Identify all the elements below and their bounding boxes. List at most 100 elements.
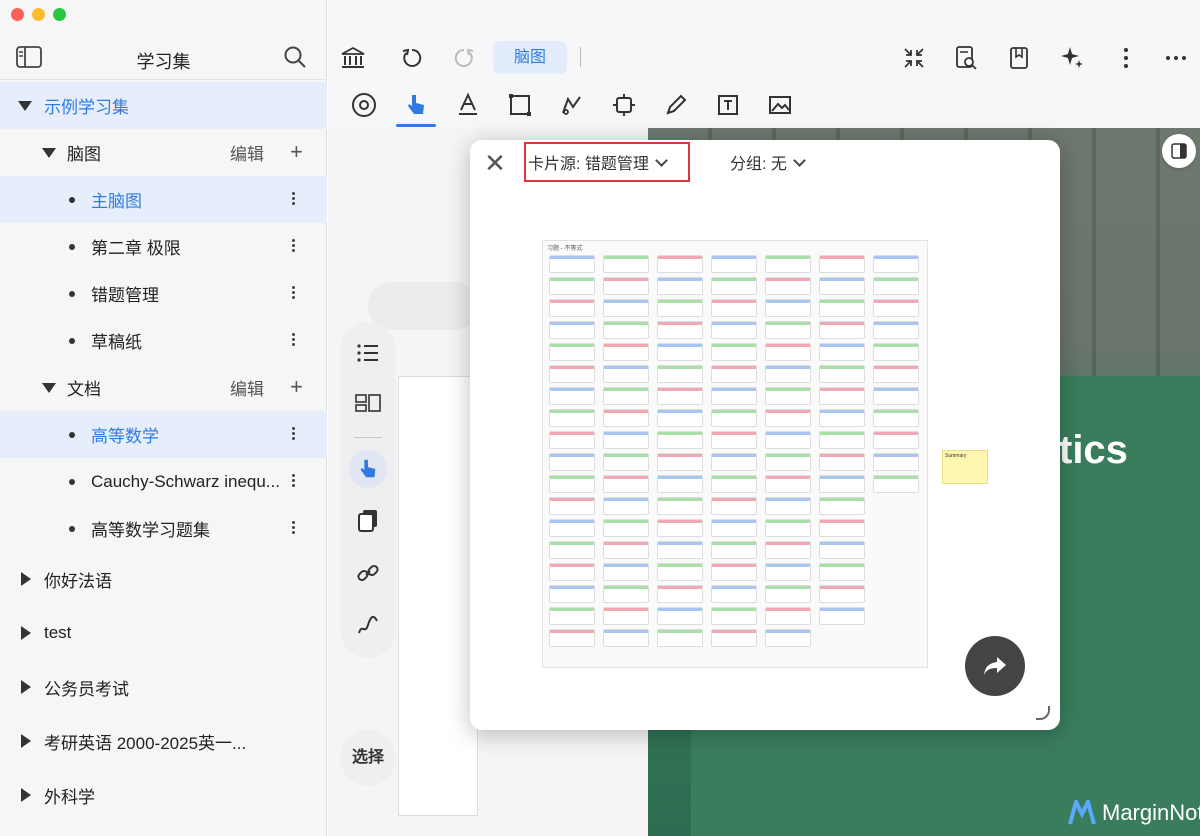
preview-card bbox=[819, 321, 865, 339]
vertical-more-icon[interactable] bbox=[1112, 44, 1140, 72]
share-button[interactable] bbox=[965, 636, 1025, 696]
redo-icon[interactable] bbox=[450, 44, 478, 72]
link-icon[interactable] bbox=[353, 558, 383, 588]
preview-card bbox=[819, 299, 865, 317]
collapse-arrow-icon[interactable] bbox=[21, 734, 31, 748]
preview-card bbox=[603, 563, 649, 581]
add-icon[interactable]: + bbox=[290, 139, 303, 165]
collapse-arrow-icon[interactable] bbox=[21, 788, 31, 802]
tree-item-draft[interactable]: 草稿纸 bbox=[0, 317, 327, 364]
more-options-icon[interactable] bbox=[292, 192, 308, 208]
preview-card bbox=[819, 365, 865, 383]
tree-item-french[interactable]: 你好法语 bbox=[0, 552, 327, 606]
bullet-icon bbox=[69, 478, 75, 485]
tree-item-civil-exam[interactable]: 公务员考试 bbox=[0, 660, 327, 714]
resize-handle[interactable] bbox=[1036, 706, 1050, 720]
tree-item-surgery[interactable]: 外科学 bbox=[0, 768, 327, 822]
tree-item-advanced-math[interactable]: 高等数学 bbox=[0, 411, 327, 458]
collapse-arrow-icon[interactable] bbox=[21, 572, 31, 586]
preview-column bbox=[657, 255, 705, 651]
summary-card[interactable]: Summary bbox=[942, 450, 988, 484]
tree-item-cauchy[interactable]: Cauchy-Schwarz inequ... bbox=[0, 458, 327, 505]
pen-icon[interactable] bbox=[661, 90, 691, 120]
tree-item-mindmap-group[interactable]: 脑图 编辑 + bbox=[0, 129, 327, 176]
tree-item-exercises[interactable]: 高等数学习题集 bbox=[0, 505, 327, 552]
collapse-arrow-icon[interactable] bbox=[21, 626, 31, 640]
rect-select-icon[interactable] bbox=[505, 90, 535, 120]
tree-item-label: 脑图 bbox=[67, 145, 101, 164]
zoom-window-button[interactable] bbox=[53, 8, 66, 21]
image-icon[interactable] bbox=[765, 90, 795, 120]
tree-item-test[interactable]: test bbox=[0, 606, 327, 660]
close-window-button[interactable] bbox=[11, 8, 24, 21]
more-options-icon[interactable] bbox=[292, 427, 308, 443]
close-icon[interactable]: ✕ bbox=[480, 148, 510, 178]
collapse-arrow-icon[interactable] bbox=[21, 680, 31, 694]
horizontal-more-icon[interactable] bbox=[1162, 44, 1190, 72]
sidebar-header: 学习集 bbox=[0, 36, 327, 80]
more-options-icon[interactable] bbox=[292, 474, 308, 490]
lasso-icon[interactable] bbox=[557, 90, 587, 120]
documents-icon[interactable] bbox=[353, 506, 383, 536]
tree-item-chapter2[interactable]: 第二章 极限 bbox=[0, 223, 327, 270]
squiggle-icon[interactable] bbox=[353, 610, 383, 640]
preview-card bbox=[819, 497, 865, 515]
preview-card bbox=[819, 387, 865, 405]
document-partial-text: tics bbox=[1059, 428, 1128, 472]
more-options-icon[interactable] bbox=[292, 333, 308, 349]
canvas-search-field[interactable] bbox=[368, 282, 478, 330]
preview-card bbox=[819, 475, 865, 493]
preview-card bbox=[711, 519, 757, 537]
preview-card bbox=[657, 255, 703, 273]
undo-icon[interactable] bbox=[398, 44, 426, 72]
preview-column bbox=[711, 255, 759, 651]
more-options-icon[interactable] bbox=[292, 286, 308, 302]
group-dropdown[interactable]: 分组: 无 bbox=[730, 150, 806, 174]
tree-item-mistakes[interactable]: 错题管理 bbox=[0, 270, 327, 317]
layout-icon[interactable] bbox=[353, 388, 383, 418]
card-source-dropdown[interactable]: 卡片源: 错题管理 bbox=[528, 150, 668, 174]
tree-item-english-exam[interactable]: 考研英语 2000-2025英一... bbox=[0, 714, 327, 768]
preview-card bbox=[603, 321, 649, 339]
edit-button[interactable]: 编辑 bbox=[230, 140, 264, 165]
more-options-icon[interactable] bbox=[292, 239, 308, 255]
search-icon[interactable] bbox=[283, 45, 307, 74]
search-doc-icon[interactable] bbox=[952, 44, 980, 72]
bookmark-book-icon[interactable] bbox=[1005, 44, 1033, 72]
crop-expand-icon[interactable] bbox=[609, 90, 639, 120]
mindmap-thumbnail[interactable] bbox=[398, 376, 478, 816]
ai-sparkle-icon[interactable] bbox=[1058, 44, 1086, 72]
expand-arrow-icon[interactable] bbox=[42, 148, 56, 158]
tree-item-main-mindmap[interactable]: 主脑图 bbox=[0, 176, 327, 223]
add-icon[interactable]: + bbox=[290, 374, 303, 400]
mindmap-preview[interactable]: 习题 - 不等式 bbox=[542, 240, 928, 668]
tree-item-docs-group[interactable]: 文档 编辑 + bbox=[0, 364, 327, 411]
preview-card bbox=[765, 343, 811, 361]
expand-arrow-icon[interactable] bbox=[42, 383, 56, 393]
preview-card bbox=[549, 607, 595, 625]
hand-pointer-icon[interactable] bbox=[353, 454, 383, 484]
library-icon[interactable] bbox=[339, 44, 367, 72]
rotate-sync-icon[interactable] bbox=[349, 90, 379, 120]
panel-toggle-button[interactable] bbox=[1162, 134, 1196, 168]
more-options-icon[interactable] bbox=[292, 521, 308, 537]
minimize-window-button[interactable] bbox=[32, 8, 45, 21]
preview-card bbox=[819, 255, 865, 273]
edit-button[interactable]: 编辑 bbox=[230, 375, 264, 400]
tab-mindmap[interactable]: 脑图 bbox=[493, 41, 567, 74]
sidebar: 学习集 示例学习集 脑图 编辑 + 主脑图 第二章 极限 错题管理 草稿纸 文档… bbox=[0, 0, 327, 836]
select-button[interactable]: 选择 bbox=[340, 730, 396, 786]
preview-column bbox=[819, 255, 867, 629]
textbox-icon[interactable] bbox=[713, 90, 743, 120]
preview-column bbox=[873, 255, 921, 497]
preview-card bbox=[657, 453, 703, 471]
expand-arrow-icon[interactable] bbox=[18, 101, 32, 111]
text-highlight-icon[interactable] bbox=[453, 90, 483, 120]
collapse-icon[interactable] bbox=[900, 44, 928, 72]
hand-pointer-icon[interactable] bbox=[401, 90, 431, 120]
tree-item-label: 文档 bbox=[67, 380, 101, 399]
preview-card bbox=[819, 519, 865, 537]
tree-item-sample-set[interactable]: 示例学习集 bbox=[0, 82, 327, 129]
sidebar-title: 学习集 bbox=[136, 52, 191, 72]
list-icon[interactable] bbox=[353, 338, 383, 368]
